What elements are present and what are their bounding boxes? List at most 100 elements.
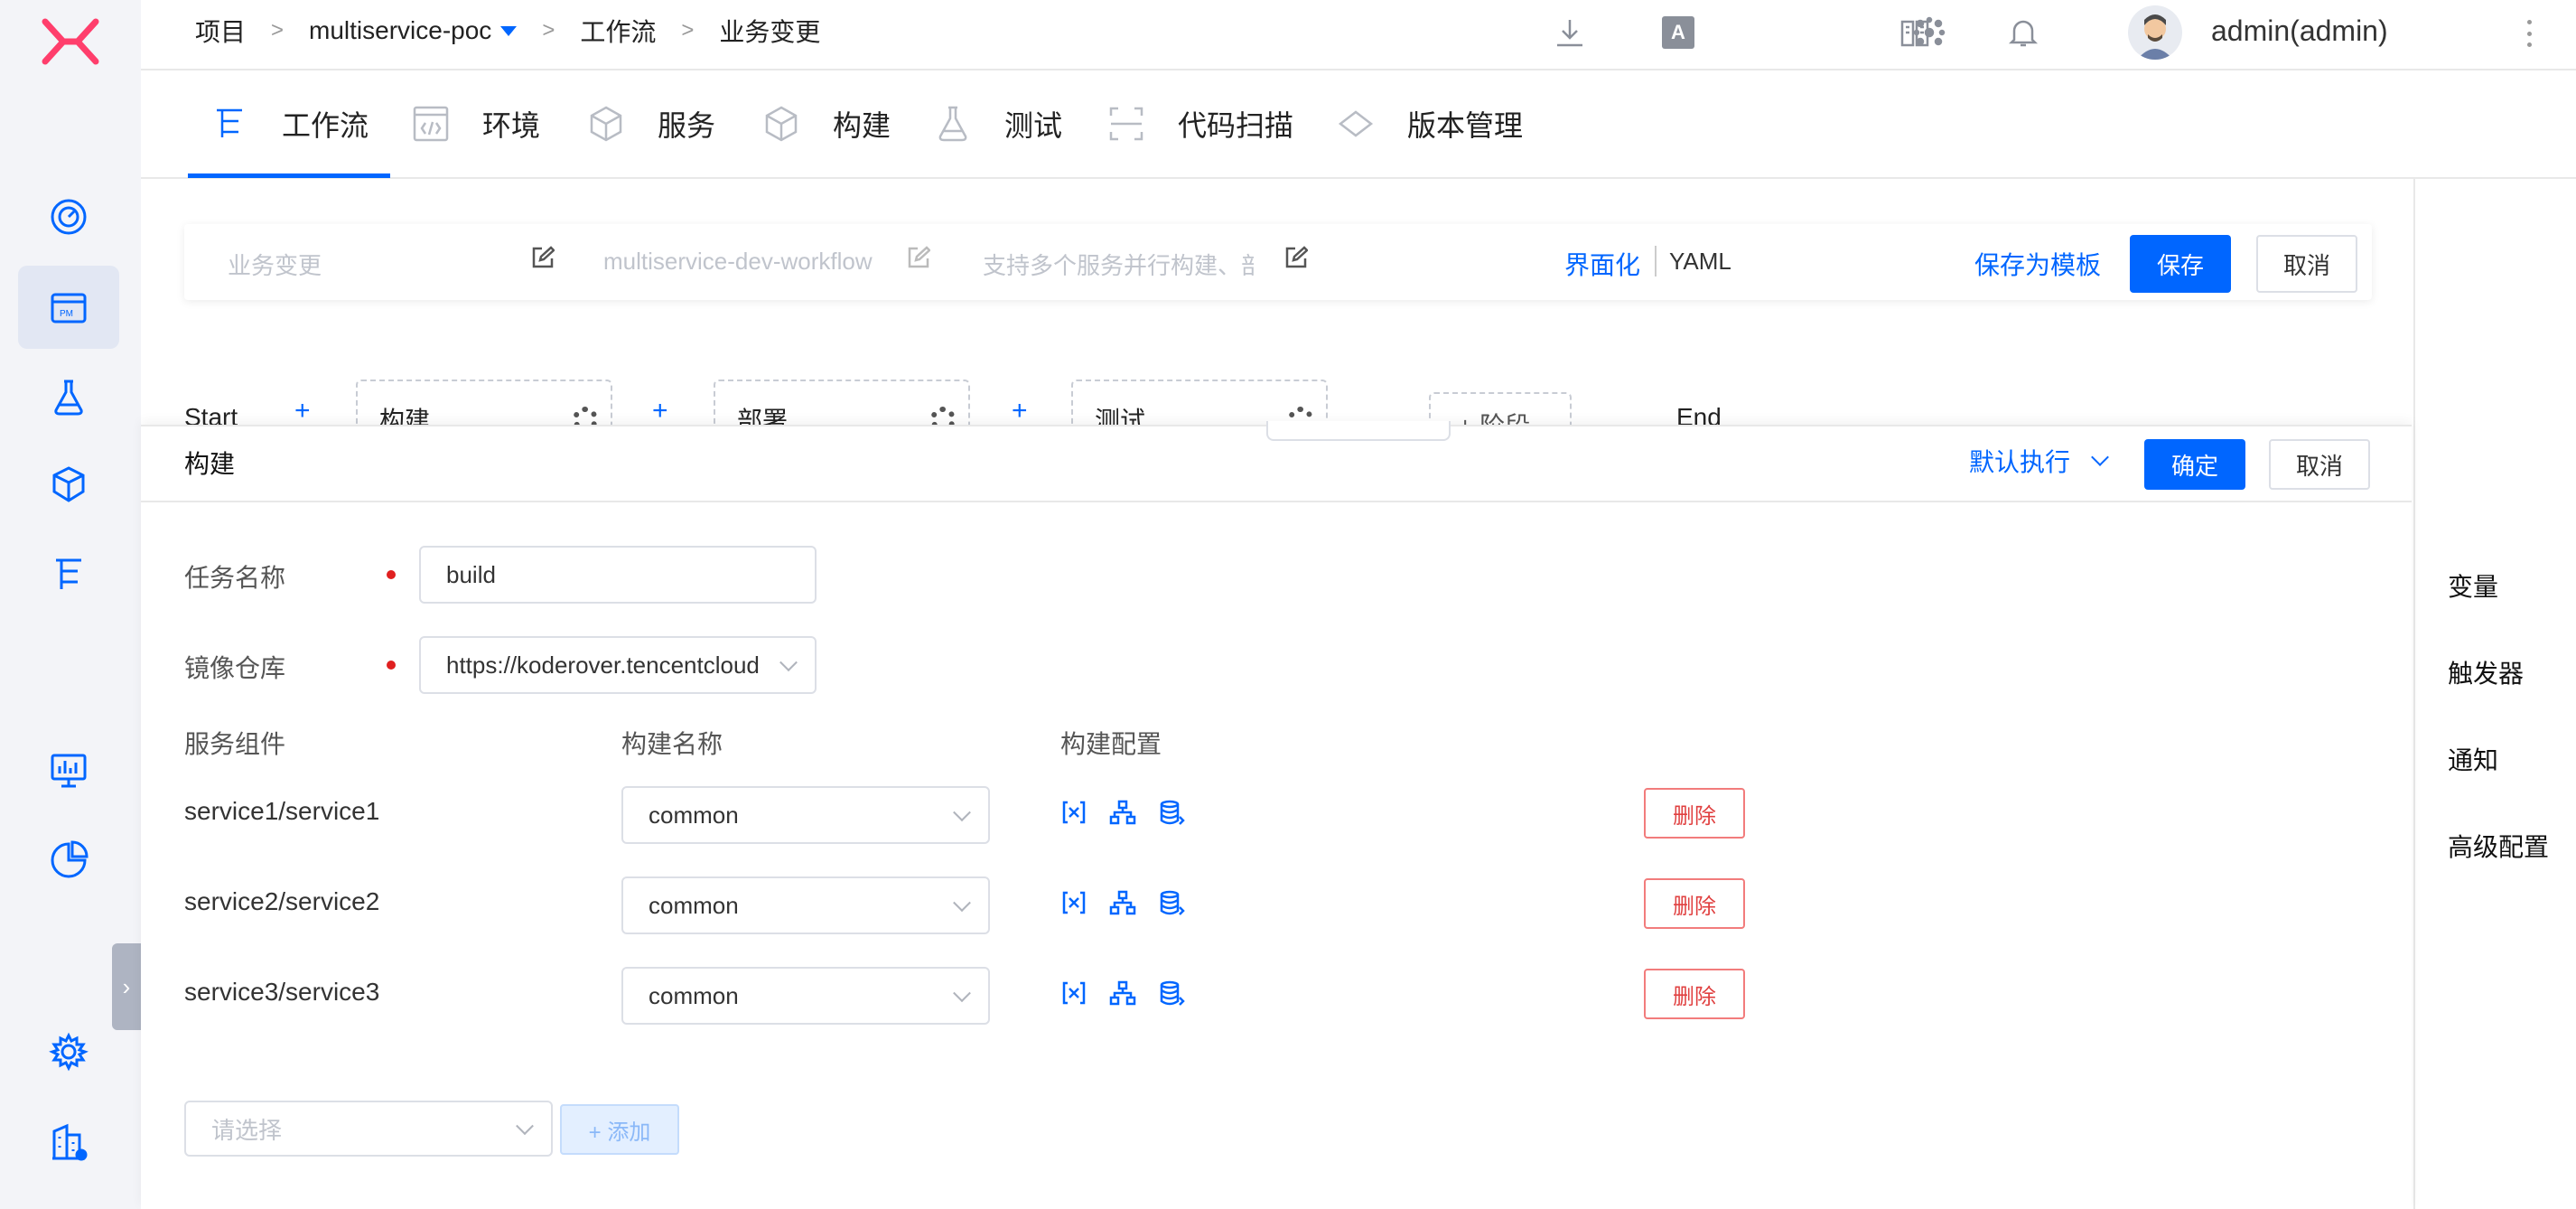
tab-label: 测试 xyxy=(1004,109,1063,142)
tab-label: 代码扫描 xyxy=(1178,109,1294,142)
variables-link[interactable]: 变量 xyxy=(2448,567,2498,604)
monitor-icon[interactable] xyxy=(18,728,119,811)
column-header-build-config: 构建配置 xyxy=(1060,730,1162,758)
tab-test[interactable]: 测试 xyxy=(934,70,1062,177)
left-sidebar: PM › xyxy=(0,0,141,1209)
stage-test[interactable]: 测试 xyxy=(1071,380,1328,435)
database-icon[interactable] xyxy=(1158,799,1185,830)
chevron-down-icon xyxy=(953,894,971,913)
dashboard-icon[interactable] xyxy=(18,175,119,258)
registry-select[interactable]: https://koderover.tencentcloudcr.com xyxy=(419,636,817,694)
registry-label: 镜像仓库 xyxy=(184,654,286,682)
build-name-select[interactable]: common xyxy=(621,967,990,1025)
stage-build[interactable]: 构建 xyxy=(356,380,612,435)
tab-label: 工作流 xyxy=(282,109,369,142)
module-tabs: 工作流 环境 服务 构建 测试 代码扫描 版本管理 xyxy=(141,70,2576,179)
breadcrumb-workflow[interactable]: 工作流 xyxy=(580,13,656,49)
tab-environment[interactable]: 环境 xyxy=(412,70,540,177)
tab-service[interactable]: 服务 xyxy=(587,70,715,177)
notifications-link[interactable]: 通知 xyxy=(2448,741,2498,777)
build-name-select[interactable]: common xyxy=(621,786,990,844)
diamond-icon xyxy=(1338,110,1374,137)
tab-code-scan[interactable]: 代码扫描 xyxy=(1107,70,1293,177)
chevron-down-icon xyxy=(2091,448,2109,466)
exec-mode-dropdown[interactable]: 默认执行 xyxy=(1969,443,2109,479)
workflow-info-bar: 业务变更 multiservice-dev-workflow 支持多个服务并行构… xyxy=(184,224,2372,300)
add-service-button[interactable]: + 添加 xyxy=(560,1104,679,1155)
pie-chart-icon[interactable] xyxy=(18,819,119,902)
confirm-button[interactable]: 确定 xyxy=(2144,439,2245,490)
build-name-value: common xyxy=(649,981,739,1009)
tab-workflow[interactable]: 工作流 xyxy=(211,70,369,177)
chevron-down-icon xyxy=(953,984,971,1003)
translate-icon[interactable]: A xyxy=(1662,16,1694,49)
column-header-build-name: 构建名称 xyxy=(621,730,723,758)
more-vertical-icon[interactable] xyxy=(2525,20,2533,47)
tab-version-management[interactable]: 版本管理 xyxy=(1337,70,1523,177)
add-stage-plus[interactable]: + xyxy=(652,396,668,426)
mode-yaml-toggle[interactable]: YAML xyxy=(1669,248,1731,276)
variable-config-icon[interactable] xyxy=(1060,799,1087,830)
code-icon xyxy=(413,106,449,142)
breadcrumb-separator: > xyxy=(542,18,555,42)
required-marker xyxy=(387,570,396,579)
edit-icon[interactable] xyxy=(1284,246,1309,274)
svg-text:PM: PM xyxy=(60,309,73,319)
project-management-icon[interactable]: PM xyxy=(18,266,119,349)
breadcrumb-project[interactable]: 项目 xyxy=(195,13,246,49)
build-name-value: common xyxy=(649,801,739,829)
workflow-display-name-input[interactable]: 业务变更 xyxy=(228,248,499,281)
delete-button[interactable]: 删除 xyxy=(1644,878,1745,929)
variable-config-icon[interactable] xyxy=(1060,979,1087,1011)
cancel-button[interactable]: 取消 xyxy=(2256,235,2357,293)
right-settings-panel: 变量 触发器 通知 高级配置 xyxy=(2413,179,2576,1209)
variable-config-icon[interactable] xyxy=(1060,889,1087,921)
enterprise-icon[interactable] xyxy=(18,1101,119,1184)
registry-value: https://koderover.tencentcloudcr.com xyxy=(446,651,761,679)
workflow-key-input[interactable]: multiservice-dev-workflow xyxy=(603,248,876,276)
edit-icon[interactable] xyxy=(531,246,555,274)
service-name: service3/service3 xyxy=(184,978,380,1006)
database-icon[interactable] xyxy=(1158,979,1185,1011)
tab-label: 环境 xyxy=(482,109,541,142)
mode-ui-toggle[interactable]: 界面化 xyxy=(1564,246,1640,282)
logo-icon[interactable] xyxy=(40,18,101,65)
add-stage-plus[interactable]: + xyxy=(1012,396,1028,426)
sitemap-icon[interactable] xyxy=(1109,889,1136,921)
task-name-input[interactable]: build xyxy=(419,546,817,604)
advanced-config-link[interactable]: 高级配置 xyxy=(2448,828,2549,864)
save-as-template-button[interactable]: 保存为模板 xyxy=(1974,246,2101,282)
service-select-placeholder: 请选择 xyxy=(211,1116,283,1144)
service-select[interactable]: 请选择 xyxy=(184,1101,553,1157)
flask-icon[interactable] xyxy=(18,356,119,439)
build-name-select[interactable]: common xyxy=(621,876,990,934)
build-name-value: common xyxy=(649,891,739,919)
bell-icon[interactable] xyxy=(2007,16,2039,53)
sitemap-icon[interactable] xyxy=(1109,799,1136,830)
workflow-description-input[interactable]: 支持多个服务并行构建、部署 xyxy=(983,248,1254,281)
save-button[interactable]: 保存 xyxy=(2130,235,2231,293)
delete-button[interactable]: 删除 xyxy=(1644,788,1745,839)
drawer-cancel-button[interactable]: 取消 xyxy=(2269,439,2370,490)
database-icon[interactable] xyxy=(1158,889,1185,921)
triggers-link[interactable]: 触发器 xyxy=(2448,654,2524,690)
tab-label: 构建 xyxy=(833,109,891,142)
settings-icon[interactable] xyxy=(18,1010,119,1093)
sitemap-icon[interactable] xyxy=(1109,979,1136,1011)
edit-icon[interactable] xyxy=(907,246,931,274)
chevron-down-icon xyxy=(516,1117,534,1136)
avatar[interactable] xyxy=(2128,5,2182,60)
exec-mode-label: 默认执行 xyxy=(1969,448,2071,476)
user-name[interactable]: admin(admin) xyxy=(2211,14,2388,48)
delete-button[interactable]: 删除 xyxy=(1644,969,1745,1019)
book-icon[interactable] xyxy=(1899,16,1931,53)
download-icon[interactable] xyxy=(1554,16,1586,53)
workflow-icon[interactable] xyxy=(18,533,119,616)
artifact-icon[interactable] xyxy=(18,443,119,526)
stage-deploy[interactable]: 部署 xyxy=(714,380,970,435)
add-stage-plus[interactable]: + xyxy=(294,396,311,426)
project-selector[interactable]: multiservice-poc xyxy=(309,16,518,45)
drawer-title: 构建 xyxy=(184,450,236,478)
tab-build[interactable]: 构建 xyxy=(762,70,891,177)
scan-icon xyxy=(1109,107,1143,141)
